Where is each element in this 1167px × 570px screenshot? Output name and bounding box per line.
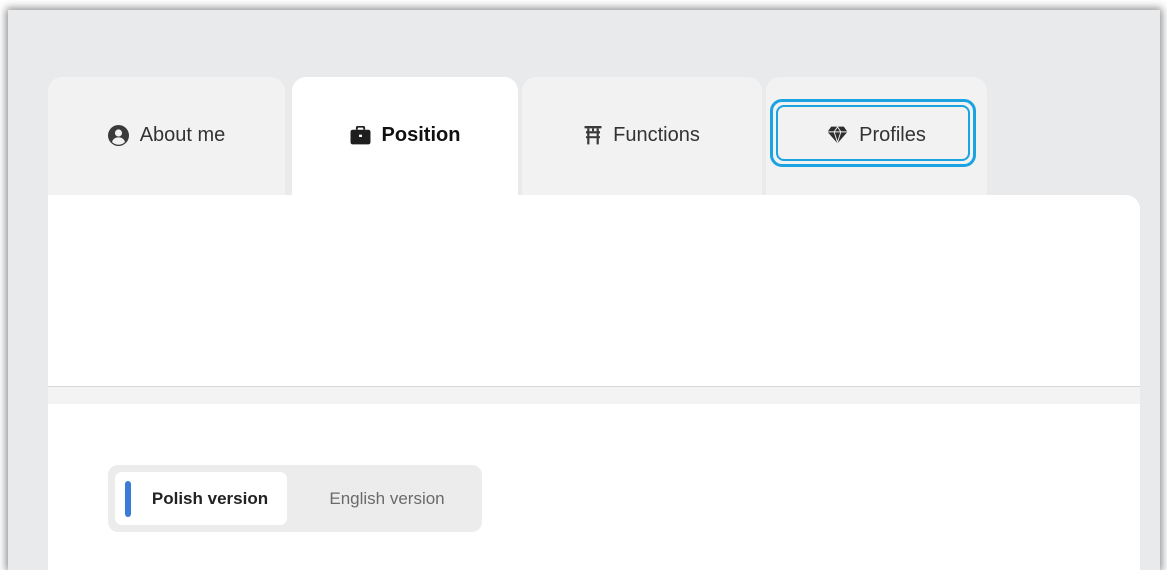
briefcase-icon	[350, 125, 371, 145]
tab-profiles[interactable]: Profiles	[766, 77, 987, 195]
app-window: About me Position Functions Profiles Pol…	[8, 10, 1160, 570]
tab-content-panel	[48, 195, 1140, 387]
selected-indicator	[125, 481, 131, 517]
language-section: Polish version English version	[48, 404, 1140, 570]
polish-version-button[interactable]: Polish version	[115, 472, 287, 525]
section-divider	[48, 387, 1140, 404]
tab-functions[interactable]: Functions	[522, 77, 762, 195]
tab-position-label: Position	[381, 123, 461, 146]
focus-ring	[770, 99, 976, 167]
polish-version-label: Polish version	[151, 488, 269, 508]
tab-bar: About me Position Functions Profiles	[48, 77, 1148, 195]
tab-functions-label: Functions	[613, 123, 700, 146]
tab-about-me[interactable]: About me	[48, 77, 285, 195]
tab-position[interactable]: Position	[292, 77, 518, 195]
user-circle-icon	[107, 124, 129, 146]
language-toggle: Polish version English version	[108, 465, 482, 532]
torii-gate-icon	[584, 125, 602, 145]
english-version-button[interactable]: English version	[298, 472, 476, 525]
tab-about-me-label: About me	[139, 123, 226, 146]
english-version-label: English version	[329, 488, 445, 508]
